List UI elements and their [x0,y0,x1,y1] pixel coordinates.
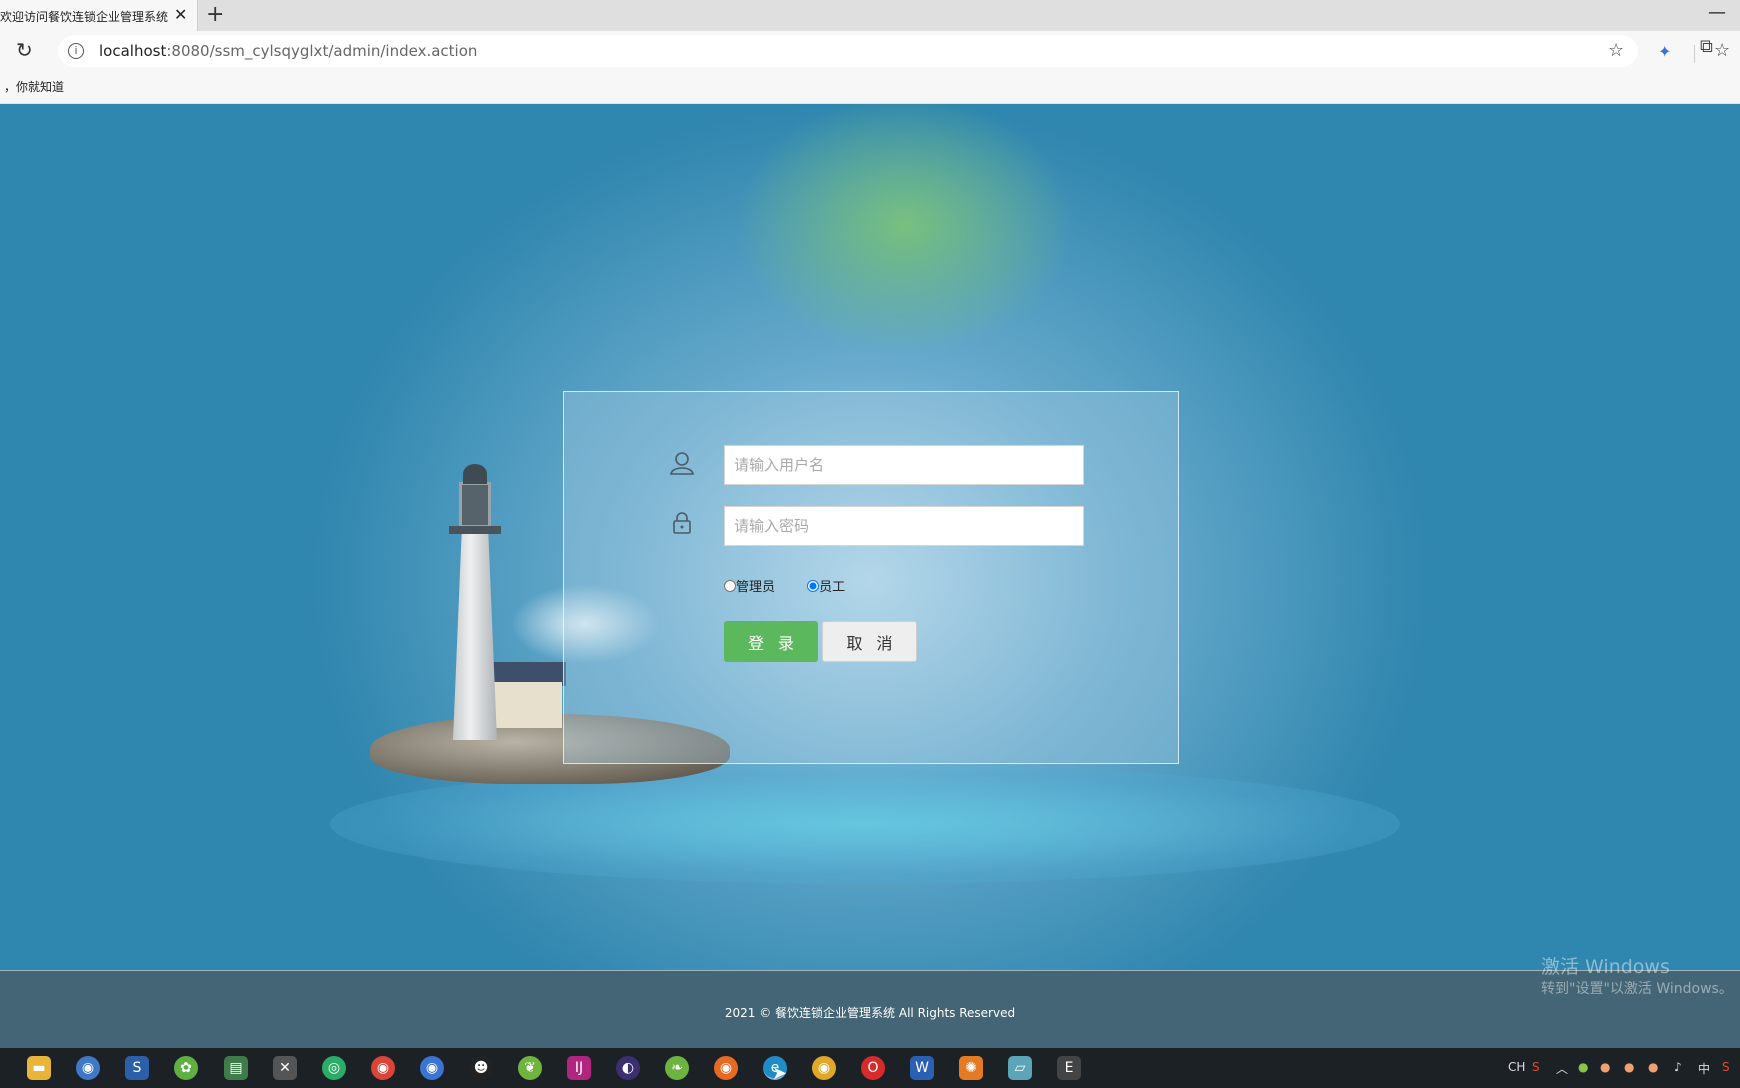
role-label-admin: 管理员 [736,580,776,595]
opera-icon[interactable]: O [861,1056,885,1080]
lighthouse-tower [453,530,497,740]
role-selector: 管理员 员工 [724,576,873,595]
windows-taskbar: ▬ ◉ S ✿ ▤ ✕ ◎ ◉ ◉ ☻ ❦ IJ ◐ ❧ ◉ e ◉ O W ✺… [0,1048,1740,1088]
app-book-icon[interactable]: ▤ [224,1056,248,1080]
new-tab-button[interactable]: + [206,2,224,27]
app-leaf-icon[interactable]: ❦ [518,1056,542,1080]
mouse-cursor-icon: ➤ [772,1063,788,1084]
activation-watermark-subtitle: 转到"设置"以激活 Windows。 [1541,981,1733,997]
tray-app-icon[interactable]: ● [1578,1060,1588,1074]
tab-title: 欢迎访问餐饮连锁企业管理系统 [0,10,169,24]
role-option-admin[interactable]: 管理员 [724,576,775,595]
page-footer: 2021 © 餐饮连锁企业管理系统 All Rights Reserved [0,970,1740,1048]
login-page-background: 管理员 员工 登录 取消 [0,104,1740,970]
url-host: localhost [99,42,167,60]
eclipse-icon[interactable]: ◐ [616,1056,640,1080]
app-chrome2-icon[interactable]: ◉ [812,1056,836,1080]
volume-icon[interactable]: ♪ [1674,1060,1682,1074]
file-explorer-icon[interactable]: ▬ [27,1056,51,1080]
favorites-icon[interactable]: ☆ [1714,40,1730,61]
app-gear-icon[interactable]: ✺ [959,1056,983,1080]
lighthouse-cap [463,464,487,484]
spring-icon[interactable]: ❧ [665,1056,689,1080]
close-tab-icon[interactable]: ✕ [174,5,187,24]
role-radio-staff[interactable] [807,580,820,592]
lighthouse-gallery [449,526,501,534]
bookmark-bar: ，你就知道 [0,71,1740,104]
sogou-ime-icon[interactable]: S [1532,1060,1540,1074]
collections-icon[interactable]: ⧉ [1700,36,1713,57]
tray-language[interactable]: CH [1508,1060,1525,1074]
qq-icon[interactable]: ☻ [469,1056,493,1080]
footer-copyright: 2021 © 餐饮连锁企业管理系统 All Rights Reserved [724,1006,1016,1020]
tray-app4-icon[interactable]: ● [1648,1060,1658,1074]
url-field[interactable]: i localhost:8080/ssm_cylsqyglxt/admin/in… [58,35,1730,67]
app-tools-icon[interactable]: ✕ [273,1056,297,1080]
tray-expand-icon[interactable]: ︿ [1556,1060,1568,1077]
app-green-icon[interactable]: ✿ [174,1056,198,1080]
extension-icon[interactable]: ✦ [1658,42,1671,61]
tray-app3-icon[interactable]: ● [1624,1060,1634,1074]
url-text: localhost:8080/ssm_cylsqyglxt/admin/inde… [99,42,477,60]
cancel-button[interactable]: 取消 [822,621,917,662]
password-input[interactable] [724,506,1084,546]
app-s-icon[interactable]: S [125,1056,149,1080]
browser-tab-bar: 欢迎访问餐饮连锁企业管理系统 ✕ + — [0,0,1740,31]
site-info-icon[interactable]: i [68,43,84,59]
word-icon[interactable]: W [910,1056,934,1080]
role-radio-admin[interactable] [724,580,736,592]
url-path: :8080/ssm_cylsqyglxt/admin/index.action [166,42,478,60]
add-favorite-icon[interactable]: ☆ [1608,40,1624,61]
tray-app2-icon[interactable]: ● [1600,1060,1610,1074]
firefox-icon[interactable]: ◉ [714,1056,738,1080]
bookmark-item[interactable]: ，你就知道 [4,78,64,95]
username-input[interactable] [724,445,1084,485]
lock-icon [669,510,695,536]
login-button[interactable]: 登录 [724,621,818,662]
reload-icon[interactable]: ↻ [16,38,33,62]
intellij-icon[interactable]: IJ [567,1056,591,1080]
app-editor-icon[interactable]: E [1057,1056,1081,1080]
sogou-ime-icon-2[interactable]: S [1722,1060,1730,1074]
chrome-icon[interactable]: ◉ [371,1056,395,1080]
minimize-window-button[interactable]: — [1708,2,1726,23]
browser-tab[interactable]: 欢迎访问餐饮连锁企业管理系统 ✕ [0,0,198,31]
role-option-staff[interactable]: 员工 [807,576,845,595]
wechat-icon[interactable]: ◎ [322,1056,346,1080]
toolbar-divider [1694,45,1695,63]
login-panel: 管理员 员工 登录 取消 [563,391,1179,764]
address-bar-row: ↻ i localhost:8080/ssm_cylsqyglxt/admin/… [0,31,1740,71]
chromium-icon[interactable]: ◉ [420,1056,444,1080]
tray-ime-mode[interactable]: 中 [1698,1060,1710,1077]
lighthouse-illustration [445,460,505,740]
app-notes-icon[interactable]: ▱ [1008,1056,1032,1080]
lighthouse-lantern [459,482,491,528]
activation-watermark-title: 激活 Windows [1541,956,1670,978]
browser-globe-icon[interactable]: ◉ [76,1056,100,1080]
user-icon [669,450,695,476]
role-label-staff: 员工 [819,580,846,595]
